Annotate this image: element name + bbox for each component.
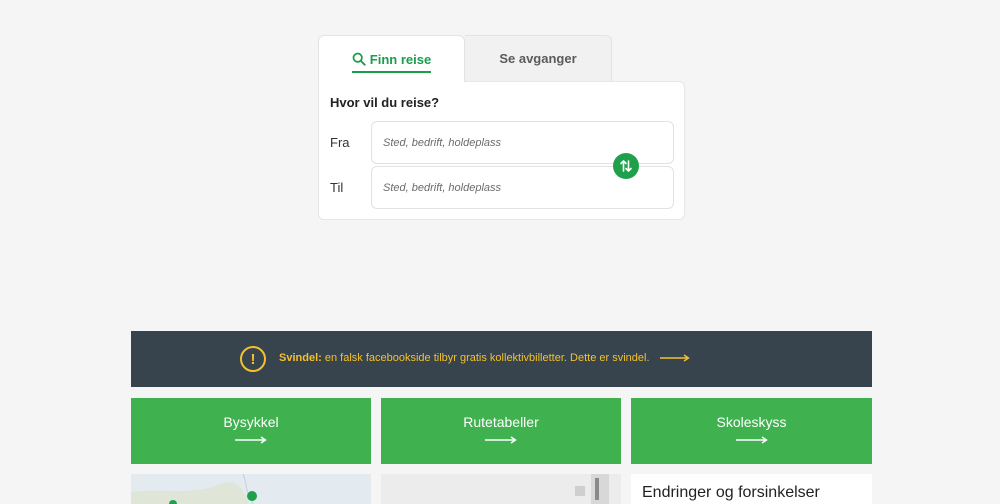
panel-title: Hvor vil du reise? [330,95,440,110]
arrow-right-icon [235,436,267,444]
arrow-right-icon [485,436,517,444]
tab-se-avganger-label: Se avganger [499,51,577,66]
map-card[interactable] [131,474,371,504]
from-label: Fra [330,135,350,150]
photo-card[interactable] [381,474,621,504]
search-panel: Hvor vil du reise? Fra Til [318,81,685,220]
search-tabs: Finn reise Se avganger [318,35,612,82]
tab-finn-reise-label: Finn reise [369,51,432,67]
search-icon [352,52,366,66]
to-label: Til [330,180,344,195]
tile-bysykkel[interactable]: Bysykkel [131,398,371,464]
map-image [131,474,371,504]
tile-skoleskyss[interactable]: Skoleskyss [631,398,872,464]
tab-finn-reise[interactable]: Finn reise [318,35,465,82]
tile-label: Rutetabeller [463,414,539,430]
arrow-right-icon [660,354,690,362]
swap-vertical-icon [620,160,632,172]
tab-se-avganger[interactable]: Se avganger [465,35,612,82]
exclamation-icon: ! [240,346,266,372]
photo-image [381,474,621,504]
tile-label: Bysykkel [223,414,279,430]
arrow-right-icon [735,436,768,444]
alert-message: en falsk facebookside tilbyr gratis koll… [321,352,650,364]
alert-banner[interactable]: ! Svindel: en falsk facebookside tilbyr … [131,331,872,387]
alert-bold: Svindel: [279,352,322,364]
news-card[interactable]: Endringer og forsinkelser [631,474,872,504]
tile-label: Skoleskyss [716,414,787,430]
swap-button[interactable] [613,153,639,179]
news-title: Endringer og forsinkelser [642,484,820,501]
tile-rutetabeller[interactable]: Rutetabeller [381,398,621,464]
alert-text: Svindel: en falsk facebookside tilbyr gr… [279,352,650,364]
